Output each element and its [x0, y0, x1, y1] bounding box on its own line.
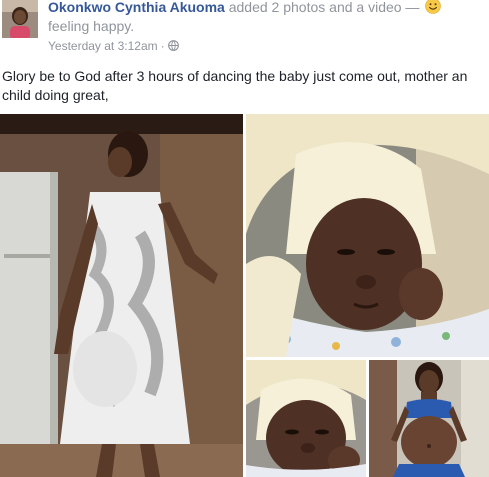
author-name[interactable]: Okonkwo Cynthia Akuoma: [48, 0, 225, 15]
dancing-woman-video[interactable]: [0, 114, 243, 477]
post-text: Glory be to God after 3 hours of dancing…: [2, 68, 468, 103]
globe-icon[interactable]: [167, 39, 179, 51]
post-header: Okonkwo Cynthia Akuoma added 2 photos an…: [0, 0, 489, 60]
feeling-text: feeling happy.: [48, 18, 135, 34]
post-timestamp[interactable]: Yesterday at 3:12am: [48, 39, 158, 53]
smiley-icon: [425, 0, 442, 14]
meta-separator: ·: [160, 39, 165, 53]
media-grid: [0, 114, 489, 477]
newborn-baby-closeup-photo[interactable]: [246, 360, 366, 477]
avatar[interactable]: [2, 0, 38, 38]
newborn-baby-photo[interactable]: [246, 114, 489, 357]
post-meta: Yesterday at 3:12am ·: [48, 38, 179, 54]
post-action: added 2 photos and a video —: [224, 0, 424, 15]
post-headline: Okonkwo Cynthia Akuoma added 2 photos an…: [48, 0, 486, 36]
pregnant-woman-photo[interactable]: [369, 360, 489, 477]
